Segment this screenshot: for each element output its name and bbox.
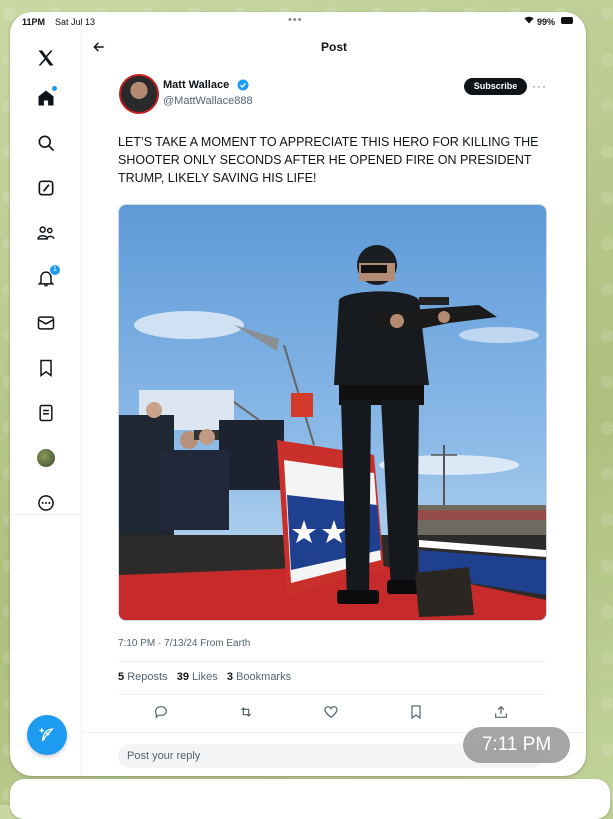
- battery-icon: [561, 17, 573, 24]
- screenshot-time-overlay: 7:11 PM: [463, 727, 570, 763]
- status-time: 11PM: [22, 17, 46, 27]
- reposts-label: Reposts: [127, 671, 168, 683]
- bookmark-icon[interactable]: [406, 702, 426, 722]
- divider: [118, 661, 545, 662]
- bookmarks-label: Bookmarks: [236, 671, 292, 683]
- repost-icon[interactable]: [236, 702, 256, 722]
- feather-plus-icon: [39, 728, 54, 742]
- likes-count: 39: [176, 671, 189, 683]
- post-header: Post: [82, 32, 586, 62]
- app-window: 11PM Sat Jul 13 ••• 99% 1 Post Matt Wall…: [10, 12, 586, 776]
- battery-percent: 99%: [537, 17, 556, 27]
- author-avatar[interactable]: [119, 74, 159, 114]
- author-name[interactable]: Matt Wallace: [163, 79, 229, 91]
- wifi-icon: [524, 16, 534, 26]
- x-logo-icon[interactable]: [34, 46, 58, 70]
- tweet-timestamp[interactable]: 7:10 PM · 7/13/24 From Earth: [118, 638, 250, 649]
- home-icon[interactable]: [34, 86, 58, 110]
- reply-icon[interactable]: [151, 702, 171, 722]
- subscribe-button[interactable]: Subscribe: [464, 78, 527, 95]
- divider: [118, 694, 545, 695]
- multitask-dots-icon[interactable]: •••: [288, 14, 303, 26]
- status-date: Sat Jul 13: [55, 17, 96, 27]
- likes-stat[interactable]: 39 Likes: [177, 671, 218, 683]
- share-icon[interactable]: [491, 702, 511, 722]
- tweet-media-image[interactable]: [118, 204, 547, 621]
- reposts-stat[interactable]: 5 Reposts: [118, 671, 168, 683]
- sidebar: 1: [10, 32, 82, 776]
- communities-icon[interactable]: [34, 221, 58, 245]
- status-bar: 11PM Sat Jul 13 ••• 99%: [10, 12, 586, 32]
- home-unread-dot: [52, 86, 57, 91]
- lists-icon[interactable]: [34, 401, 58, 425]
- reposts-count: 5: [118, 671, 125, 683]
- search-icon[interactable]: [34, 131, 58, 155]
- author-handle[interactable]: @MattWallace888: [163, 95, 253, 107]
- engagement-stats: 5 Reposts 39 Likes 3 Bookmarks: [118, 671, 291, 683]
- reply-placeholder: Post your reply: [127, 750, 201, 762]
- compose-post-button[interactable]: [27, 715, 67, 755]
- grok-icon[interactable]: [34, 176, 58, 200]
- like-heart-icon[interactable]: [321, 702, 341, 722]
- notifications-badge: 1: [49, 264, 61, 276]
- likes-label: Likes: [192, 671, 218, 683]
- more-options-icon[interactable]: ···: [532, 79, 547, 93]
- tweet-text: LET’S TAKE A MOMENT TO APPRECIATE THIS H…: [118, 135, 539, 185]
- page-title: Post: [320, 40, 347, 54]
- verified-badge-icon: [237, 79, 249, 91]
- bookmarks-count: 3: [226, 671, 234, 683]
- sidebar-divider: [10, 514, 81, 515]
- bookmarks-icon[interactable]: [34, 356, 58, 380]
- next-message-preview: [10, 779, 610, 819]
- messages-envelope-icon[interactable]: [34, 311, 58, 335]
- bookmarks-stat[interactable]: 3 Bookmarks: [227, 671, 291, 683]
- notifications-bell-icon[interactable]: 1: [34, 264, 61, 290]
- profile-avatar-icon[interactable]: [34, 446, 58, 470]
- more-circle-icon[interactable]: [34, 491, 58, 515]
